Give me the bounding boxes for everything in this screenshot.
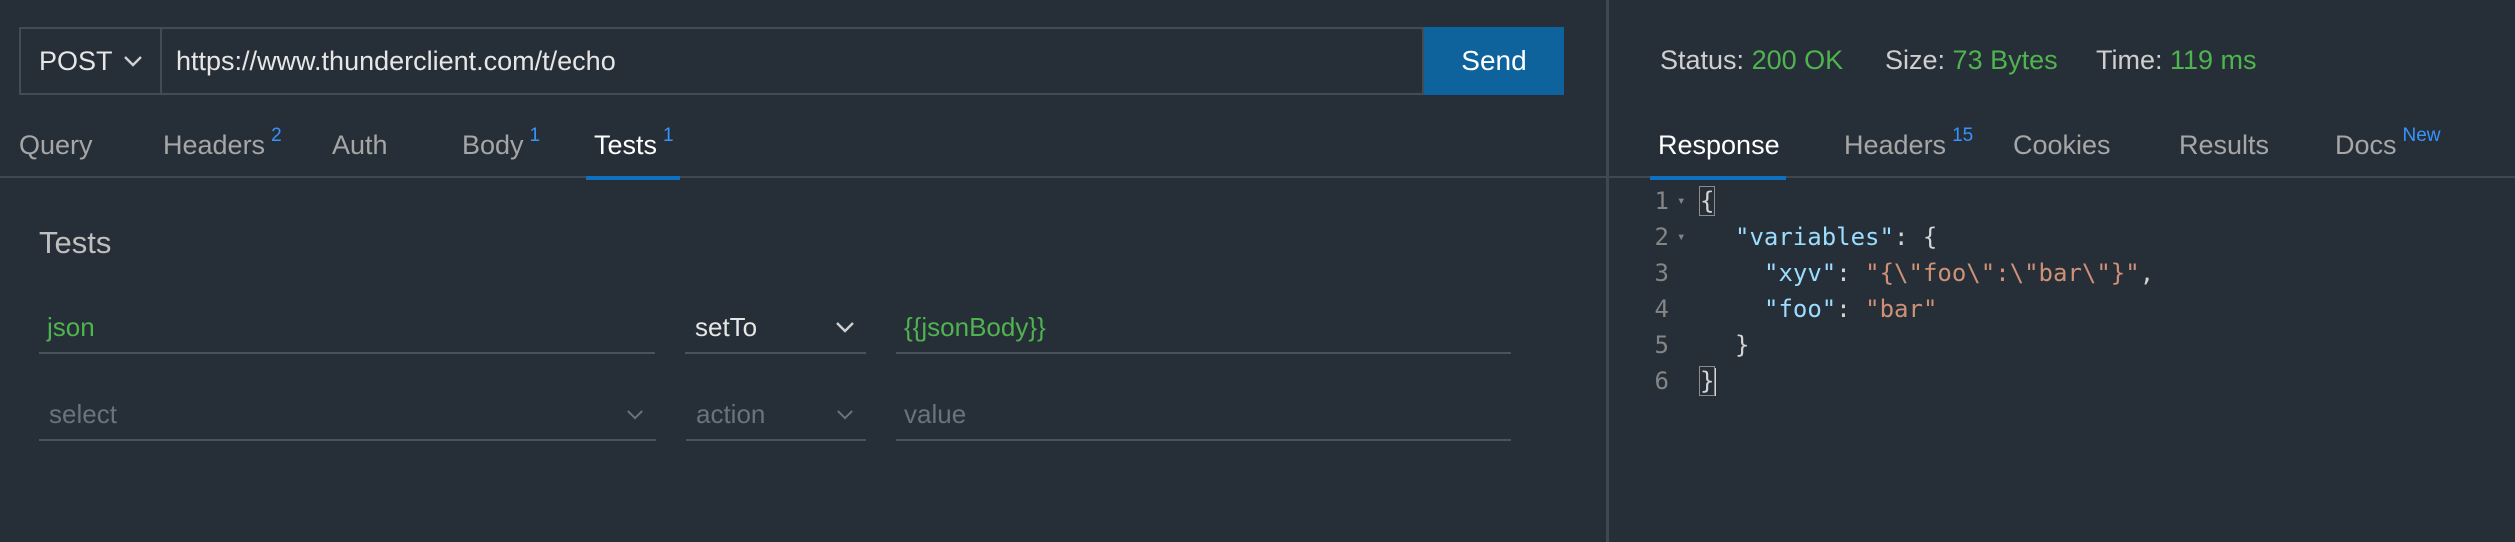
code-text: "xyv": "{\"foo\":\"bar\"}", (1764, 259, 2154, 287)
method-select[interactable]: POST (19, 27, 160, 95)
test-action-select[interactable]: action (686, 389, 866, 441)
json-string: "bar" (1865, 295, 1938, 323)
tab-body[interactable]: Body 1 (462, 112, 540, 178)
tab-docs[interactable]: Docs New (2335, 112, 2441, 178)
time-value: 119 ms (2170, 45, 2257, 75)
response-tabs: Response Headers 15 Cookies Results Docs… (1609, 112, 2515, 180)
tests-section-title: Tests (39, 225, 112, 260)
json-punct: , (2139, 259, 2155, 287)
code-text: "variables": { (1735, 223, 1937, 251)
json-string: "{\"foo\":\"bar\"}" (1865, 259, 2140, 287)
json-punct: : (1836, 259, 1866, 287)
method-label: POST (39, 45, 113, 76)
json-key: "xyv" (1764, 259, 1837, 287)
code-text: { (1698, 186, 1716, 216)
time-info: Time: 119 ms (2096, 45, 2257, 76)
tab-auth[interactable]: Auth (332, 112, 388, 178)
tab-label: Auth (332, 129, 388, 160)
url-bar: POST Send (19, 27, 1564, 95)
status-info: Status: 200 OK (1660, 45, 1843, 76)
test-value-placeholder: value (904, 398, 967, 429)
tab-label: Docs (2335, 129, 2397, 160)
test-type-field[interactable]: json (39, 302, 655, 354)
tab-tests[interactable]: Tests 1 (586, 112, 680, 180)
send-button[interactable]: Send (1424, 27, 1564, 95)
test-action-value: setTo (695, 311, 758, 342)
new-badge: New (2402, 125, 2441, 146)
tab-label: Headers (163, 129, 266, 160)
tab-count-badge: 15 (1952, 125, 1974, 146)
tab-label: Results (2179, 129, 2270, 160)
fold-arrow-icon[interactable]: ▾ (1677, 229, 1693, 245)
chevron-down-icon (834, 316, 856, 338)
test-value: {{jsonBody}} (904, 311, 1046, 342)
line-number: 4 (1654, 295, 1669, 323)
tab-headers[interactable]: Headers 2 (163, 112, 282, 178)
tab-count-badge: 1 (529, 125, 541, 146)
test-type-select[interactable]: select (39, 389, 656, 441)
tab-label: Cookies (2013, 129, 2111, 160)
code-text: } (1735, 331, 1749, 359)
test-action-select[interactable]: setTo (685, 302, 866, 354)
request-tabs: Query Headers 2 Auth Body 1 Tests 1 (0, 112, 1606, 180)
tab-label: Query (19, 129, 93, 160)
brace-open: { (1698, 186, 1716, 216)
tab-query[interactable]: Query (19, 112, 93, 178)
test-type-placeholder: select (49, 398, 117, 429)
tab-response-headers[interactable]: Headers 15 (1844, 112, 1973, 178)
time-label: Time: (2096, 45, 2163, 75)
url-input[interactable] (160, 27, 1424, 95)
test-value-field[interactable]: {{jsonBody}} (896, 302, 1511, 354)
size-info: Size: 73 Bytes (1885, 45, 2058, 76)
fold-arrow-icon[interactable]: ▾ (1677, 193, 1693, 209)
test-action-placeholder: action (696, 398, 766, 429)
line-number: 5 (1654, 331, 1669, 359)
line-number: 6 (1654, 367, 1669, 395)
tab-label: Tests (594, 129, 658, 160)
text-cursor (1714, 367, 1717, 396)
json-punct: : (1836, 295, 1866, 323)
code-text: } (1698, 365, 1717, 396)
chevron-down-icon (624, 403, 646, 425)
tab-count-badge: 1 (663, 125, 674, 146)
response-panel: Status: 200 OK Size: 73 Bytes Time: 119 … (1609, 0, 2515, 542)
tab-results[interactable]: Results (2179, 112, 2269, 178)
brace-close: } (1698, 365, 1716, 396)
tab-label: Headers (1844, 129, 1947, 160)
status-label: Status: (1660, 45, 1745, 75)
size-label: Size: (1885, 45, 1946, 75)
tab-label: Response (1658, 129, 1780, 160)
line-number: 2 (1654, 223, 1669, 251)
test-type-value: json (47, 311, 95, 342)
tab-count-badge: 2 (271, 125, 282, 146)
json-punct: : { (1893, 223, 1938, 251)
size-value: 73 Bytes (1952, 45, 2058, 75)
brace-close: } (1735, 331, 1750, 359)
test-value-field[interactable]: value (896, 389, 1511, 441)
tab-response[interactable]: Response (1650, 112, 1786, 180)
status-value: 200 OK (1751, 45, 1844, 75)
request-panel: POST Send Query Headers 2 Auth Body 1 Te… (0, 0, 1606, 542)
json-key: "foo" (1764, 295, 1837, 323)
code-text: "foo": "bar" (1764, 295, 1937, 323)
chevron-down-icon (834, 403, 856, 425)
line-number: 3 (1654, 259, 1669, 287)
line-number: 1 (1654, 187, 1669, 215)
json-key: "variables" (1735, 223, 1894, 251)
tab-label: Body (462, 129, 524, 160)
chevron-down-icon (122, 50, 144, 72)
tab-cookies[interactable]: Cookies (2013, 112, 2111, 178)
